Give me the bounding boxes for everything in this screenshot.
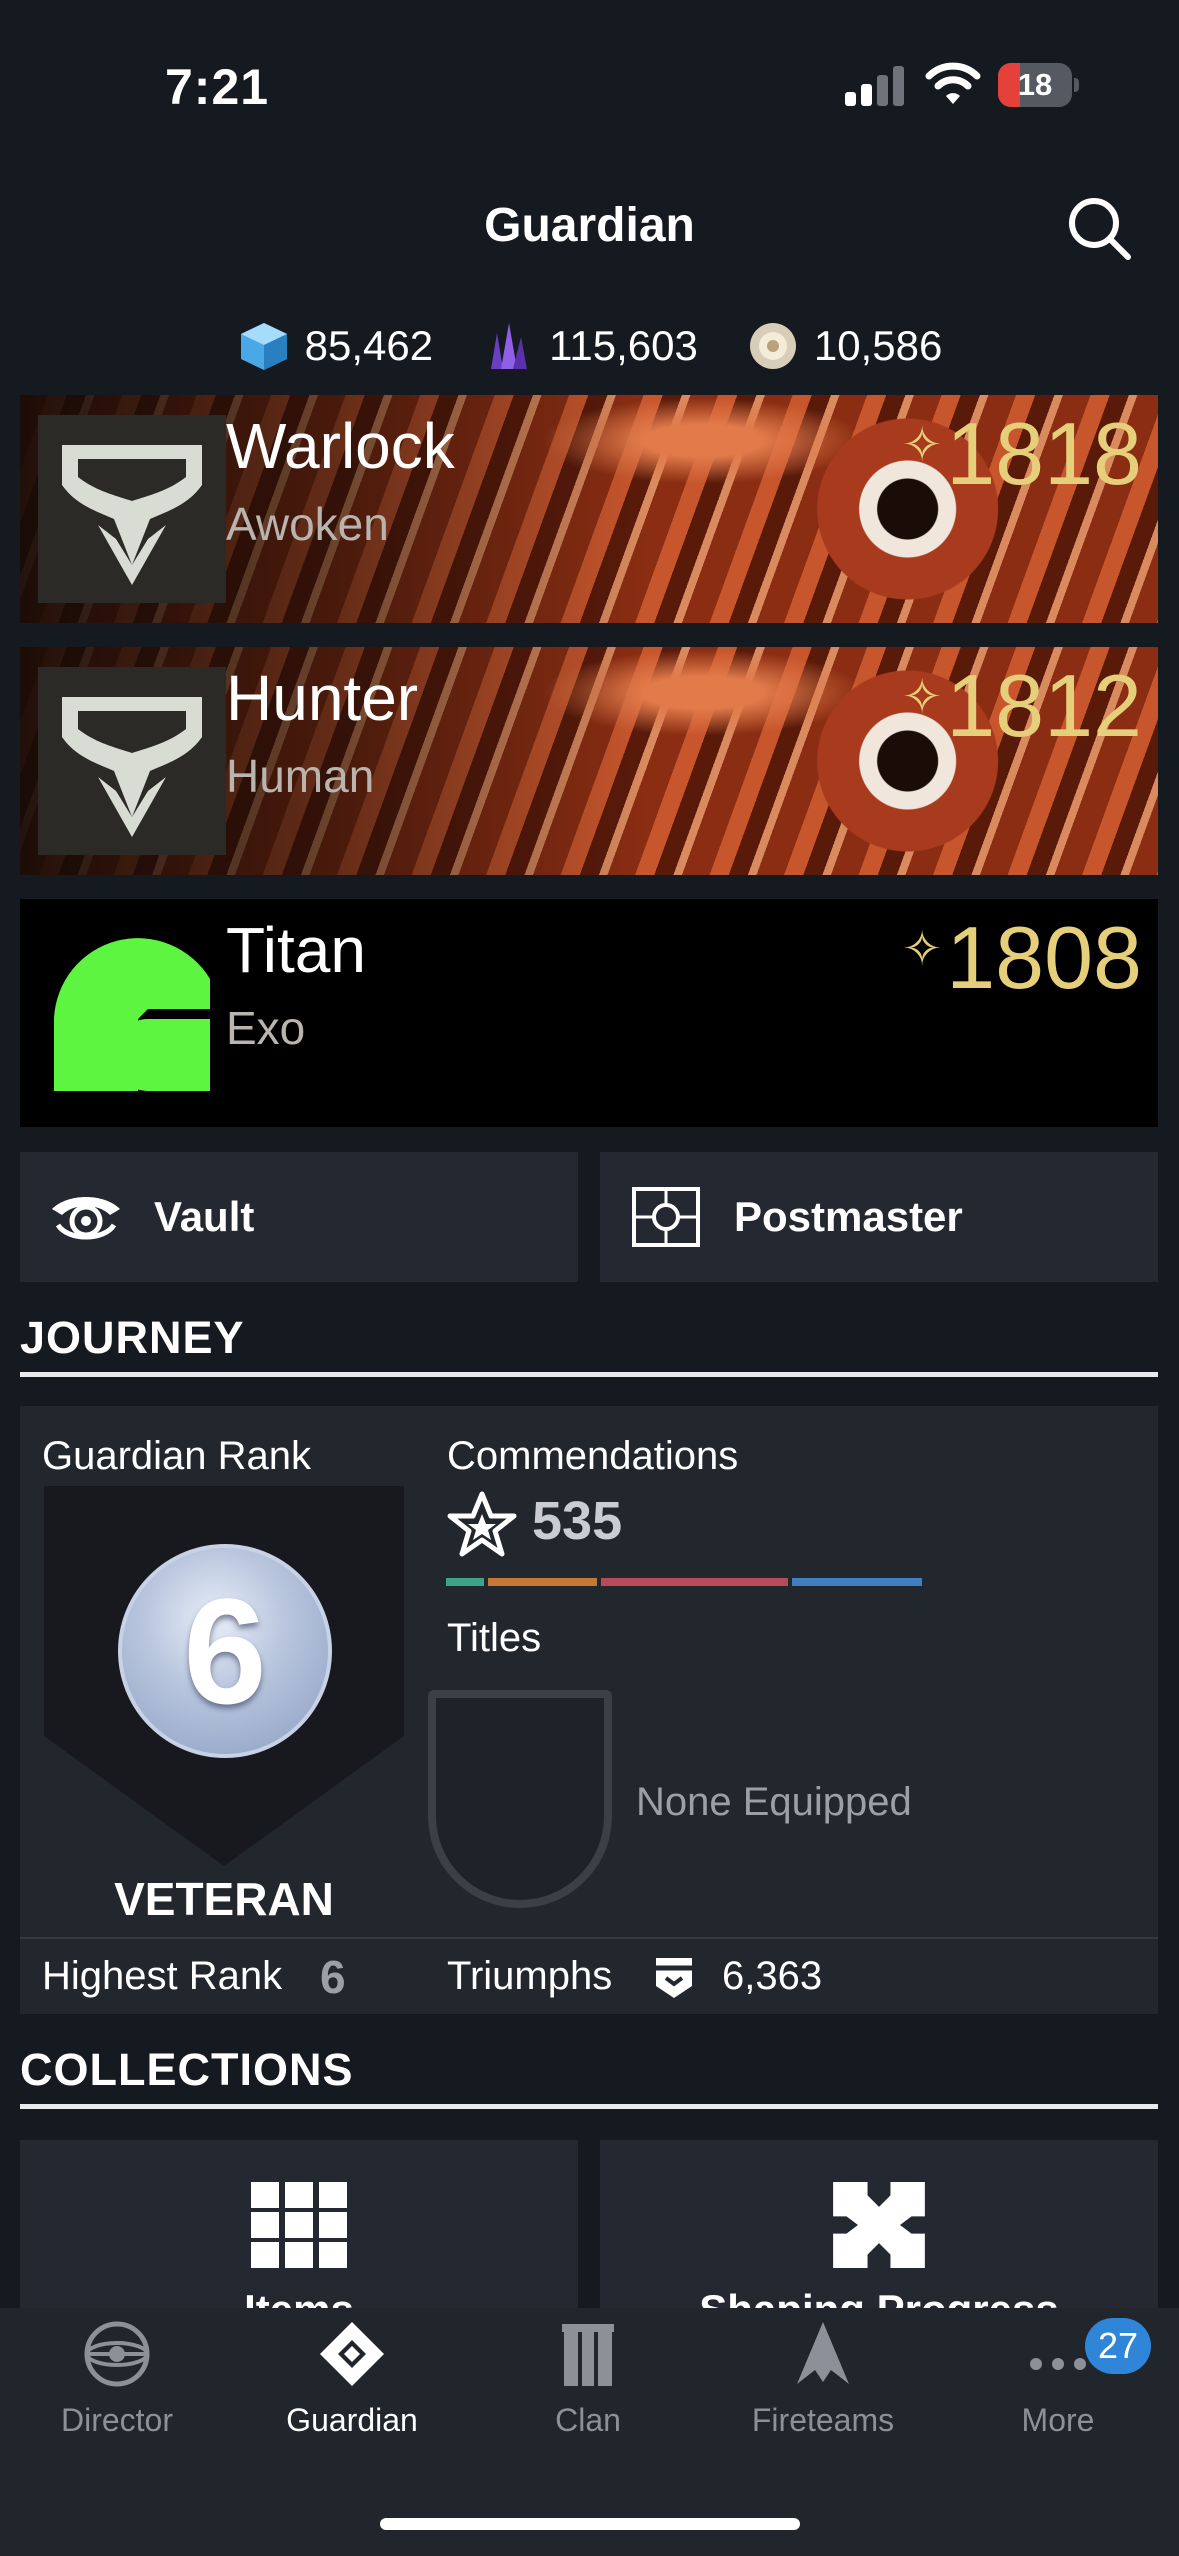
- tab-clan[interactable]: Clan: [478, 2318, 698, 2439]
- character-card-hunter[interactable]: Hunter Human ✧ 1812: [20, 647, 1158, 875]
- commendations-count: 535: [532, 1491, 623, 1551]
- legendary-shards-icon: [491, 323, 528, 369]
- tab-label: More: [1021, 2402, 1095, 2438]
- journey-row-divider: [20, 1937, 1158, 1939]
- character-race: Awoken: [226, 498, 389, 550]
- tab-label: Guardian: [286, 2402, 418, 2438]
- character-class: Titan: [226, 914, 366, 986]
- guardian-rank-label: Guardian Rank: [42, 1434, 312, 1478]
- commendation-segment: [446, 1578, 484, 1586]
- power-value: 1808: [946, 908, 1142, 1007]
- power-star-icon: ✧: [902, 671, 943, 724]
- character-emblem-icon: [38, 415, 226, 603]
- character-emblem-icon: [54, 938, 210, 1091]
- commendations-label: Commendations: [447, 1434, 739, 1478]
- notification-badge: 27: [1085, 2318, 1151, 2374]
- power-star-icon: ✧: [902, 923, 943, 976]
- collections-divider: [20, 2104, 1158, 2109]
- character-power: ✧ 1818: [902, 403, 1142, 505]
- shaping-progress-icon: [833, 2182, 925, 2268]
- page-title: Guardian: [484, 199, 695, 252]
- collections-items-tile[interactable]: Items: [20, 2140, 578, 2320]
- bright-dust-value: 10,586: [813, 322, 943, 369]
- commendation-segment: [488, 1578, 597, 1586]
- tab-label: Fireteams: [751, 2402, 895, 2438]
- collections-shaping-tile[interactable]: Shaping Progress: [600, 2140, 1158, 2320]
- title-value: None Equipped: [636, 1780, 912, 1824]
- guardian-rank-badge: 6: [118, 1544, 332, 1758]
- character-power: ✧ 1808: [902, 907, 1142, 1009]
- triumphs-icon: [656, 1958, 692, 1998]
- triumphs-label: Triumphs: [447, 1954, 613, 1998]
- status-time: 7:21: [165, 59, 270, 115]
- tab-label: Director: [60, 2402, 173, 2438]
- character-class: Warlock: [226, 410, 455, 482]
- journey-heading: JOURNEY: [20, 1312, 245, 1363]
- highest-rank-label: Highest Rank: [42, 1954, 283, 1998]
- triumphs-score: 6,363: [722, 1954, 823, 1998]
- character-race: Exo: [226, 1002, 306, 1054]
- postmaster-button[interactable]: Postmaster: [600, 1152, 1158, 1282]
- character-card-warlock[interactable]: Warlock Awoken ✧ 1818: [20, 395, 1158, 623]
- tab-guardian[interactable]: Guardian: [242, 2318, 462, 2439]
- tab-fireteams[interactable]: Fireteams: [713, 2318, 933, 2439]
- character-class: Hunter: [226, 662, 419, 734]
- legendary-shards-currency: 115,603: [481, 319, 698, 373]
- legendary-shards-value: 115,603: [549, 322, 698, 369]
- battery-indicator: 18: [998, 63, 1079, 107]
- glimmer-currency: 85,462: [237, 319, 433, 373]
- collections-heading: COLLECTIONS: [20, 2044, 354, 2095]
- character-power: ✧ 1812: [902, 655, 1142, 757]
- wifi-icon: [925, 62, 981, 104]
- bright-dust-icon: [749, 323, 796, 369]
- journey-divider: [20, 1372, 1158, 1377]
- clan-icon: [562, 2324, 614, 2386]
- search-icon[interactable]: [1064, 193, 1134, 263]
- currency-bar: 85,462 115,603 10,586: [0, 316, 1179, 376]
- glimmer-value: 85,462: [304, 322, 434, 369]
- fireteams-icon: [797, 2322, 849, 2384]
- power-value: 1812: [946, 656, 1142, 755]
- home-indicator: [380, 2518, 800, 2530]
- vault-label: Vault: [154, 1193, 255, 1240]
- more-icon: [1030, 2358, 1086, 2370]
- power-value: 1818: [946, 404, 1142, 503]
- guardian-rank-name: VETERAN: [114, 1873, 334, 1925]
- highest-rank-value: 6: [320, 1951, 346, 2003]
- vault-button[interactable]: Vault: [20, 1152, 578, 1282]
- postmaster-icon: [632, 1187, 700, 1247]
- power-star-icon: ✧: [902, 419, 943, 472]
- vault-icon: [52, 1197, 120, 1240]
- commendation-segment: [792, 1578, 922, 1586]
- postmaster-label: Postmaster: [734, 1193, 963, 1240]
- titles-label: Titles: [447, 1616, 542, 1660]
- commendations-star-icon: [447, 1491, 517, 1557]
- items-grid-icon: [251, 2182, 347, 2268]
- director-icon: [84, 2321, 150, 2387]
- tab-director[interactable]: Director: [7, 2318, 227, 2439]
- tab-label: Clan: [555, 2402, 621, 2438]
- bright-dust-currency: 10,586: [746, 319, 942, 373]
- commendation-segment: [601, 1578, 788, 1586]
- character-race: Human: [226, 750, 375, 802]
- battery-level: 18: [1017, 67, 1053, 102]
- character-card-titan[interactable]: Titan Exo ✧ 1808: [20, 899, 1158, 1127]
- guardian-icon: [320, 2322, 384, 2386]
- cellular-signal-icon: [845, 64, 907, 106]
- character-emblem-icon: [38, 667, 226, 855]
- title-slot[interactable]: [428, 1690, 612, 1908]
- glimmer-icon: [240, 323, 287, 370]
